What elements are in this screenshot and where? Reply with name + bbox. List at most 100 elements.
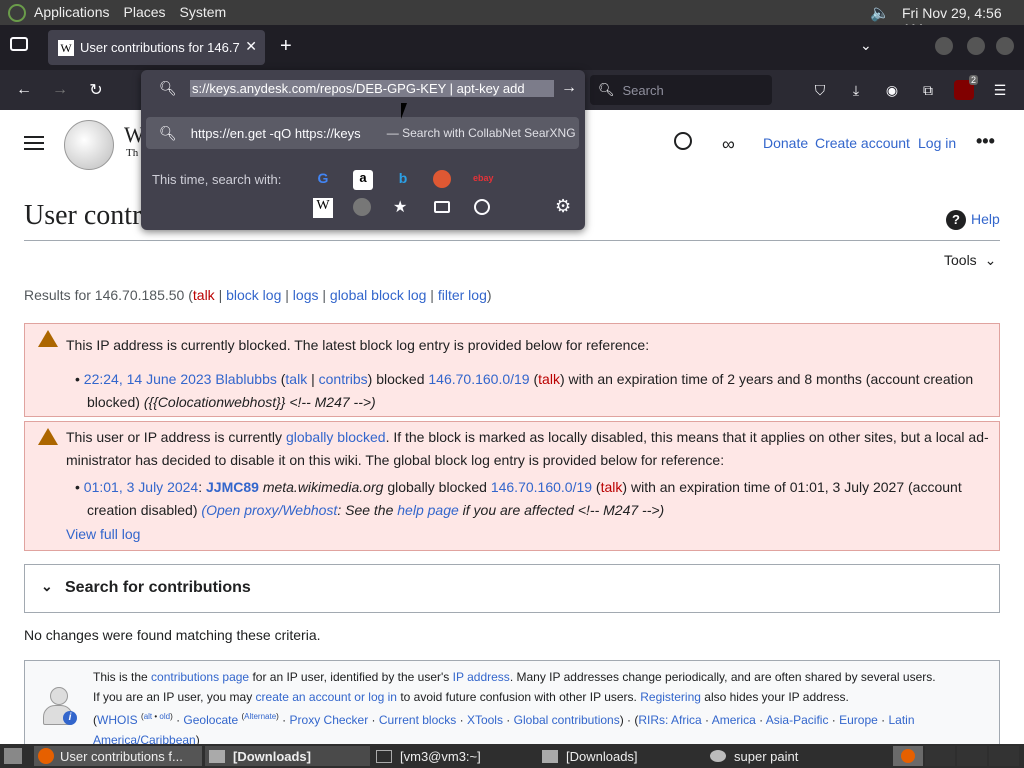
search-contributions-panel[interactable]: ⌄ Search for contributions [24,564,1000,613]
taskbar-item-paint[interactable]: super paint [706,746,886,766]
taskbar-item-browser[interactable]: User contributions f... [34,746,202,766]
tools-dropdown[interactable]: Tools ⌄ [944,252,996,269]
view-full-log-link[interactable]: View full log [66,526,140,542]
main-menu-icon[interactable] [24,136,44,150]
talk-link[interactable]: talk [193,287,215,303]
folder-icon [209,749,225,763]
urlbar-dropdown: 🔍︎ s://keys.anydesk.com/repos/DEB-GPG-KE… [141,70,585,230]
search-icon: 🔍︎ [159,124,177,141]
urlbar-input[interactable]: 🔍︎ s://keys.anydesk.com/repos/DEB-GPG-KE… [145,74,581,106]
block-notice-local: This IP address is currently blocked. Th… [24,323,1000,417]
suggestion-row[interactable]: 🔍︎ https://en.get -qO https://keys — Sea… [146,117,579,149]
ublock-badge: 2 [968,75,978,85]
ip-info-text: This is the contributions page for an IP… [93,670,936,744]
logs-link[interactable]: logs [293,287,319,303]
volume-icon[interactable]: 🔈 [870,3,890,23]
search-with-label: This time, search with: [152,172,282,187]
applications-menu[interactable]: Applications [34,4,110,20]
tabs-icon[interactable] [434,201,450,213]
help-icon[interactable]: ? [946,210,966,230]
no-changes-text: No changes were found matching these cri… [24,627,321,643]
bookmarks-icon[interactable]: ★ [393,197,407,217]
tab-active[interactable]: W User contributions for 146.7 ✕ [48,30,265,65]
terminal-icon [376,749,392,763]
engine-bing-icon[interactable]: b [393,170,413,190]
warning-icon [38,428,58,445]
new-tab-icon[interactable]: + [280,35,292,58]
search-icon: 🔍︎ [159,80,177,96]
help-link[interactable]: Help [971,211,1000,227]
suggestion-hint: — Search with CollabNet SearXNG [386,126,576,140]
mouse-cursor-icon [401,103,407,119]
go-arrow-icon[interactable]: → [561,79,577,97]
tools-label: Tools [944,252,977,268]
engine-amazon-icon[interactable]: a [353,170,373,190]
search-bar[interactable]: 🔍︎ Search [590,75,772,105]
reload-icon[interactable]: ↻ [84,78,108,102]
chevron-down-icon: ⌄ [41,578,53,594]
create-account-link[interactable]: Create account [815,135,910,151]
download-icon[interactable]: ⤓ [846,80,866,100]
workspace-2[interactable] [925,746,955,766]
tab-title: User contributions for 146.7 [80,40,240,55]
ip-info-box: i This is the contributions page for an … [24,660,1000,744]
window-minimize-button[interactable] [935,37,953,55]
more-icon[interactable]: ••• [976,131,995,152]
ublock-icon[interactable]: 2 [954,75,978,100]
engine-wikipedia-icon[interactable]: W [313,198,333,218]
donate-link[interactable]: Donate [763,135,808,151]
anonymous-user-icon: i [43,687,77,727]
show-desktop-icon[interactable] [4,748,22,764]
app-menu-icon [8,4,26,22]
tab-bar: W User contributions for 146.7 ✕ + ⌄ [0,25,1024,70]
search-placeholder: Search [622,82,664,98]
taskbar-item-downloads[interactable]: [Downloads] [205,746,370,766]
firefox-icon [901,749,915,763]
firefox-icon [38,748,54,764]
wiki-search-icon[interactable] [674,132,692,150]
wikipedia-favicon-icon: W [58,39,74,56]
tab-list-icon[interactable] [10,37,28,51]
filter-log-link[interactable]: filter log [438,287,487,303]
search-contributions-label: Search for contributions [65,579,251,596]
engine-ebay-icon[interactable]: ebay [473,173,494,183]
url-text: s://keys.anydesk.com/repos/DEB-GPG-KEY |… [190,80,554,97]
workspace-3[interactable] [957,746,987,766]
back-icon[interactable]: ← [12,78,36,102]
settings-gear-icon[interactable]: ⚙ [555,196,571,217]
account-icon[interactable]: ◉ [882,80,902,100]
global-block-log-link[interactable]: global block log [330,287,427,303]
places-menu[interactable]: Places [124,4,166,20]
block1-entry: • 22:24, 14 June 2023 Blablubbs (talk | … [75,371,974,410]
hamburger-menu-icon[interactable]: ☰ [990,80,1010,100]
window-maximize-button[interactable] [967,37,985,55]
folder-icon [542,749,558,763]
system-menu[interactable]: System [180,4,227,20]
paint-icon [710,750,726,762]
appearance-icon[interactable]: ∞ [722,134,735,155]
taskbar-item-terminal[interactable]: [vm3@vm3:~] [372,746,534,766]
pocket-icon[interactable]: ⛉ [810,80,830,100]
history-icon[interactable] [474,199,490,215]
results-line: Results for 146.70.185.50 (talk | block … [24,287,492,303]
workspace-switcher[interactable] [893,746,923,766]
engine-searxng-icon[interactable] [353,198,371,216]
page-title: User contri [24,200,150,231]
extensions-icon[interactable]: ⧉ [918,80,938,100]
block2-entry: • 01:01, 3 July 2024: JJMC89 meta.wikime… [75,479,962,518]
engine-google-icon[interactable]: G [313,170,333,190]
wikipedia-logo[interactable] [64,120,114,170]
block2-text: This user or IP address is currently glo… [66,429,989,468]
forward-icon[interactable]: → [48,78,72,102]
tab-overflow-icon[interactable]: ⌄ [860,37,872,54]
block-log-link[interactable]: block log [226,287,281,303]
login-link[interactable]: Log in [918,135,956,151]
engine-duckduckgo-icon[interactable] [433,170,451,188]
workspace-4[interactable] [989,746,1019,766]
block1-heading: This IP address is currently blocked. Th… [66,337,650,353]
info-icon: i [63,711,77,725]
window-close-button[interactable] [996,37,1014,55]
chevron-down-icon: ⌄ [984,252,997,268]
taskbar-item-downloads-2[interactable]: [Downloads] [538,746,703,766]
tab-close-icon[interactable]: ✕ [245,38,257,55]
